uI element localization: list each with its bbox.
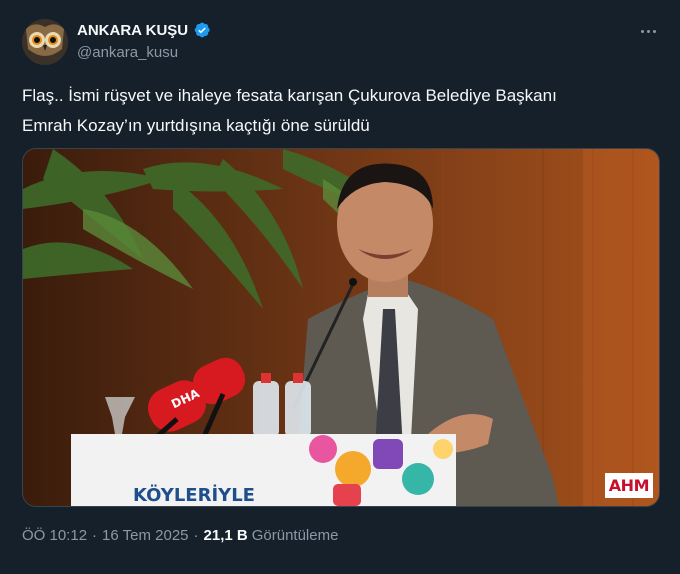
tweet-media-photo[interactable]: KÖYLERİYLE DHA AHM — [22, 148, 660, 507]
views-label: Görüntüleme — [251, 527, 339, 544]
media-watermark: AHM — [604, 473, 653, 498]
views-count[interactable]: 21,1 B — [204, 527, 248, 544]
podium-text: KÖYLERİYLE — [133, 484, 255, 506]
press-conference-photo: KÖYLERİYLE DHA — [23, 149, 659, 506]
more-horizontal-icon[interactable] — [637, 22, 659, 40]
author-avatar[interactable] — [22, 19, 68, 65]
tweet-meta: ÖÖ 10:12 · 16 Tem 2025 · 21,1 B Görüntül… — [22, 527, 338, 544]
tweet-text: Flaş.. İsmi rüşvet ve ihaleye fesata kar… — [22, 81, 652, 141]
tweet-time[interactable]: ÖÖ 10:12 — [22, 527, 87, 544]
verified-badge-icon — [194, 22, 210, 38]
author-display-name[interactable]: ANKARA KUŞU — [77, 22, 188, 39]
author-handle[interactable]: @ankara_kusu — [77, 44, 178, 61]
tweet-card[interactable]: ANKARA KUŞU @ankara_kusu Flaş.. İsmi rüş… — [0, 0, 680, 574]
meta-separator: · — [92, 527, 98, 544]
tweet-text-line-1: Flaş.. İsmi rüşvet ve ihaleye fesata kar… — [22, 86, 557, 105]
meta-separator: · — [193, 527, 199, 544]
owl-avatar-icon — [22, 19, 68, 65]
tweet-text-line-2: Emrah Kozay’ın yurtdışına kaçtığı öne sü… — [22, 116, 370, 135]
tweet-date[interactable]: 16 Tem 2025 — [102, 527, 188, 544]
